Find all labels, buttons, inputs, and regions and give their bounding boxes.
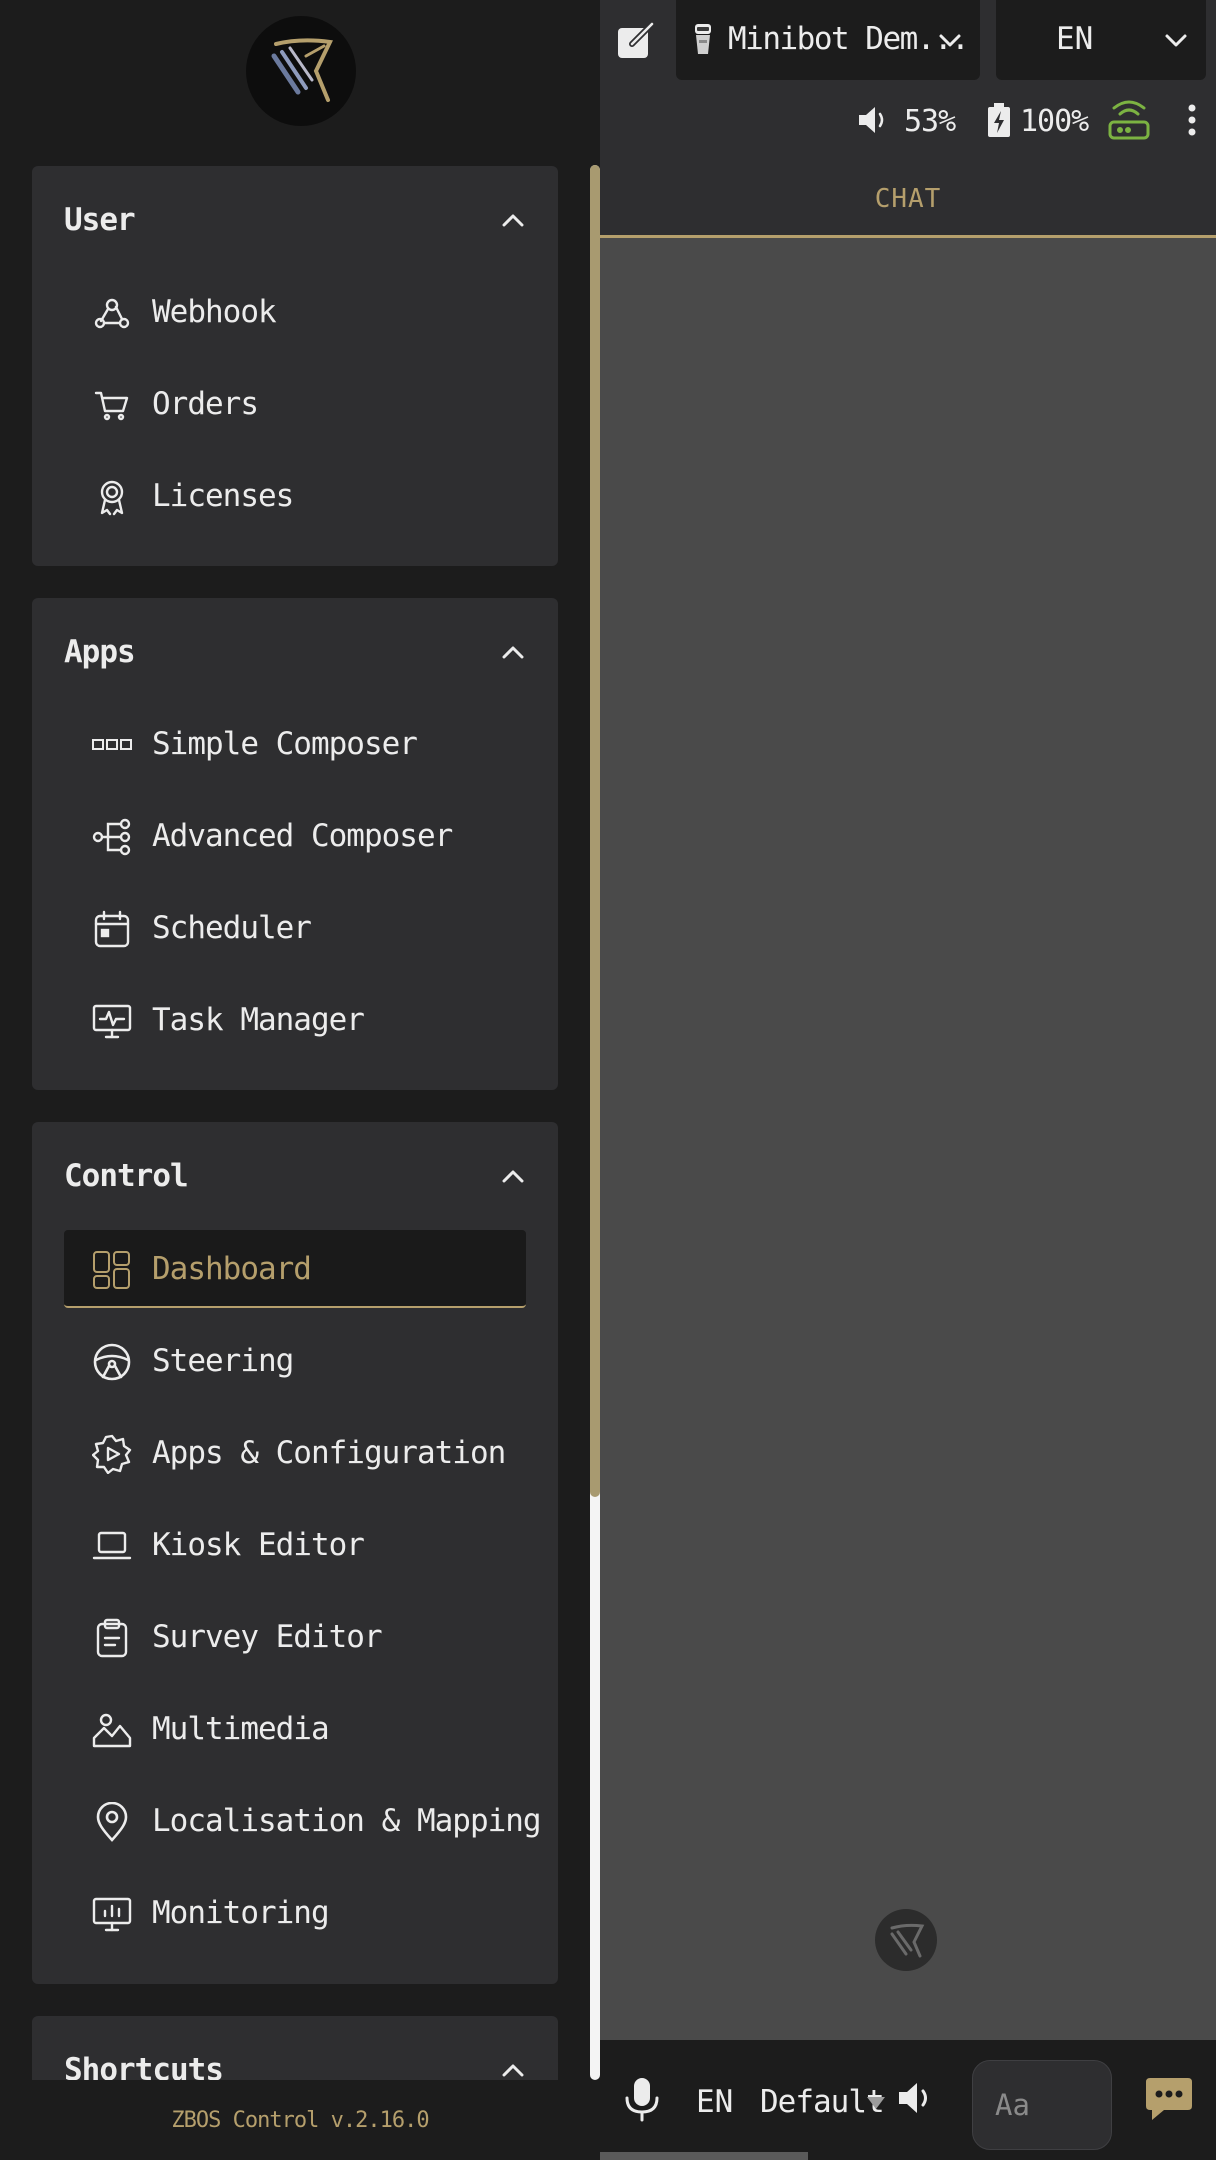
chevron-up-icon[interactable] <box>498 1162 528 1192</box>
sidebar-item-kiosk-editor[interactable]: Kiosk Editor <box>64 1506 526 1584</box>
webhook-icon <box>92 293 132 333</box>
steering-wheel-icon <box>92 1342 132 1382</box>
sidebar-item-label: Multimedia <box>152 1711 330 1747</box>
sidebar-item-webhook[interactable]: Webhook <box>64 273 526 351</box>
wifi-router-icon[interactable] <box>1106 96 1152 142</box>
language-select[interactable]: EN <box>996 0 1206 80</box>
sidebar-item-label: Apps & Configuration <box>152 1435 506 1471</box>
sidebar-item-orders[interactable]: Orders <box>64 365 526 443</box>
logo-mark-icon <box>271 38 333 102</box>
image-icon <box>92 1710 132 1750</box>
gear-play-icon <box>91 1434 132 1475</box>
section-title: User <box>64 202 136 238</box>
laptop-icon <box>92 1526 132 1566</box>
section-control-header[interactable]: Control <box>32 1122 558 1232</box>
input-language[interactable]: EN <box>696 2084 733 2120</box>
sidebar-item-label: Kiosk Editor <box>152 1527 365 1563</box>
speaker-icon[interactable] <box>896 2078 936 2118</box>
clipboard-icon <box>92 1618 132 1658</box>
message-input[interactable] <box>972 2060 1112 2150</box>
bottom-scroll-indicator <box>600 2152 808 2160</box>
robot-select-value: Minibot Dem... <box>728 21 970 57</box>
section-control: Control Dashboard Steering Apps & Config… <box>32 1122 558 1984</box>
sidebar-item-monitoring[interactable]: Monitoring <box>64 1874 526 1952</box>
sidebar-item-label: Licenses <box>152 478 294 514</box>
battery-level: 100% <box>1020 104 1089 139</box>
status-row: 53% 100% <box>600 96 1216 146</box>
sidebar-item-label: Dashboard <box>152 1251 312 1287</box>
sidebar: User Webhook Orders Licenses Apps Simple… <box>0 0 600 2160</box>
sidebar-item-label: Advanced Composer <box>152 818 453 854</box>
section-apps-header[interactable]: Apps <box>32 598 558 708</box>
sidebar-item-advanced-composer[interactable]: Advanced Composer <box>64 797 526 875</box>
top-bar: Minibot Dem... EN 53% 100% <box>600 0 1216 160</box>
sidebar-scrollbar-thumb[interactable] <box>590 165 600 1497</box>
tab-chat-label: CHAT <box>874 184 942 214</box>
sidebar-item-licenses[interactable]: Licenses <box>64 457 526 535</box>
sidebar-item-apps-configuration[interactable]: Apps & Configuration <box>64 1414 526 1492</box>
sidebar-item-steering[interactable]: Steering <box>64 1322 526 1400</box>
chevron-up-icon[interactable] <box>498 206 528 236</box>
sidebar-item-simple-composer[interactable]: Simple Composer <box>64 705 526 783</box>
microphone-icon[interactable] <box>622 2076 662 2122</box>
boxes-icon <box>92 725 132 765</box>
award-icon <box>92 477 132 517</box>
sidebar-item-label: Monitoring <box>152 1895 330 1931</box>
chat-panel: Minibot Dem... EN 53% 100% CHAT EN Defau… <box>600 0 1216 2160</box>
chevron-down-icon <box>1165 34 1187 47</box>
caret-down-icon[interactable] <box>866 2096 886 2110</box>
sidebar-item-scheduler[interactable]: Scheduler <box>64 889 526 967</box>
chevron-down-icon <box>939 34 961 47</box>
tab-chat[interactable]: CHAT <box>600 160 1216 238</box>
volume-icon[interactable] <box>856 103 890 137</box>
chevron-up-icon[interactable] <box>498 638 528 668</box>
sidebar-item-label: Task Manager <box>152 1002 365 1038</box>
sidebar-item-survey-editor[interactable]: Survey Editor <box>64 1598 526 1676</box>
chat-input-bar: EN Default <box>600 2040 1216 2160</box>
sidebar-item-label: Orders <box>152 386 259 422</box>
monitor-chart-icon <box>92 1894 132 1934</box>
sidebar-item-label: Localisation & Mapping <box>152 1803 542 1839</box>
sidebar-item-label: Scheduler <box>152 910 312 946</box>
edit-icon[interactable] <box>616 20 656 60</box>
flow-icon <box>92 817 132 857</box>
sidebar-item-label: Simple Composer <box>152 726 418 762</box>
more-vertical-icon[interactable] <box>1178 102 1206 138</box>
volume-level: 53% <box>904 104 956 139</box>
monitor-pulse-icon <box>92 1001 132 1041</box>
battery-charging-icon <box>988 103 1010 137</box>
sidebar-scrollbar[interactable] <box>590 165 600 2080</box>
cart-icon <box>92 385 132 425</box>
sidebar-item-multimedia[interactable]: Multimedia <box>64 1690 526 1768</box>
section-apps: Apps Simple Composer Advanced Composer S… <box>32 598 558 1090</box>
version-text: ZBOS Control v.2.16.0 <box>171 2108 429 2133</box>
section-title: Apps <box>64 634 136 670</box>
sidebar-item-localisation-mapping[interactable]: Localisation & Mapping <box>64 1782 542 1860</box>
chat-logo-icon <box>875 1909 937 1971</box>
chat-messages-area <box>600 238 1216 2040</box>
sidebar-item-dashboard[interactable]: Dashboard <box>64 1230 526 1308</box>
zbos-logo[interactable] <box>246 16 356 126</box>
robot-icon <box>695 24 711 54</box>
map-pin-icon <box>92 1801 132 1842</box>
chat-send-icon[interactable] <box>1144 2076 1194 2122</box>
sidebar-footer: ZBOS Control v.2.16.0 <box>0 2080 600 2160</box>
sidebar-item-label: Webhook <box>152 294 277 330</box>
robot-select[interactable]: Minibot Dem... <box>676 0 980 80</box>
sidebar-item-task-manager[interactable]: Task Manager <box>64 981 526 1059</box>
section-user: User Webhook Orders Licenses <box>32 166 558 566</box>
sidebar-item-label: Survey Editor <box>152 1619 383 1655</box>
language-select-value: EN <box>1056 21 1094 57</box>
sidebar-item-label: Steering <box>152 1343 294 1379</box>
dashboard-icon <box>92 1250 132 1290</box>
calendar-icon <box>92 909 132 949</box>
section-title: Control <box>64 1158 189 1194</box>
section-user-header[interactable]: User <box>32 166 558 276</box>
